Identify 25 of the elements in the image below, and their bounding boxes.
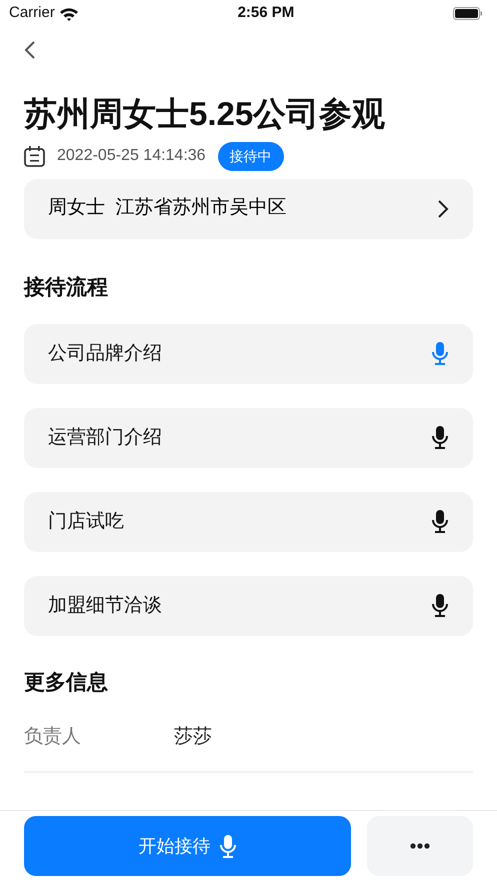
field-value: 莎莎 [174,724,212,749]
address-card[interactable]: 周女士 江苏省苏州市吴中区 [24,178,473,239]
calendar-icon [24,146,45,167]
section-heading: 接待流程 [24,274,109,300]
start-button[interactable]: 开始接待 [24,816,351,876]
section-heading: 更多信息 [24,670,109,695]
more-icon [410,843,430,849]
wifi-icon [58,6,79,20]
date-time: 2022-05-25 14:14:36 [57,146,206,166]
field-label: 负责人 [24,724,82,749]
page-title: 苏州周女士5.25公司参观 [24,94,386,134]
process-step[interactable]: 加盟细节洽谈 [24,576,473,636]
carrier-label: Carrier [9,2,55,23]
status-badge: 接待中 [218,142,284,171]
microphone-icon[interactable] [431,426,449,450]
process-step[interactable]: 运营部门介绍 [24,408,473,468]
process-step[interactable]: 公司品牌介绍 [24,324,473,384]
chevron-right-icon [437,198,449,219]
battery-icon [452,6,483,20]
microphone-icon[interactable] [431,510,449,534]
microphone-icon [218,834,236,858]
process-step[interactable]: 门店试吃 [24,492,473,552]
back-icon[interactable] [24,40,36,60]
microphone-icon[interactable] [431,594,449,618]
clock-time: 2:56 PM [238,2,294,23]
